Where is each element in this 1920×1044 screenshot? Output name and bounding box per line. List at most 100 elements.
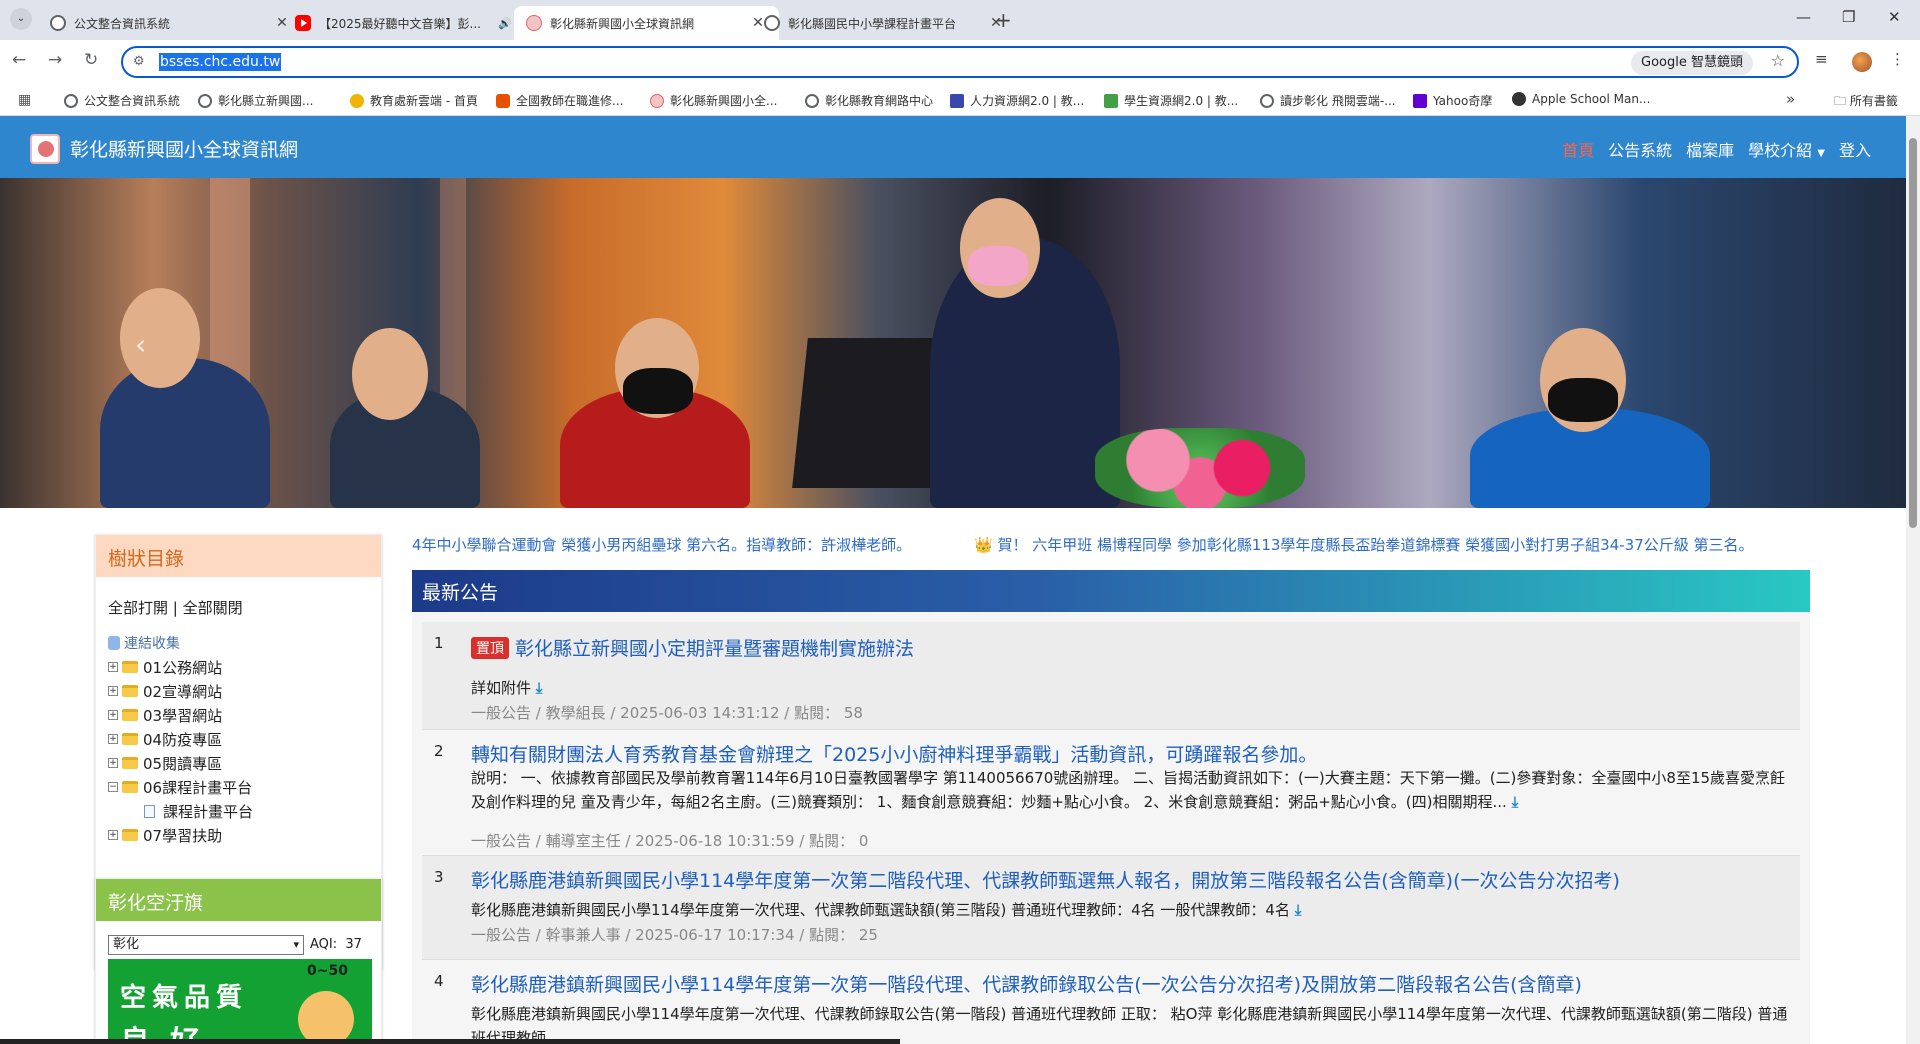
reload-icon[interactable]: ↻ bbox=[84, 50, 98, 70]
profile-avatar[interactable] bbox=[1852, 52, 1872, 72]
all-bookmarks-button[interactable]: 🗀 所有書籤 bbox=[1834, 92, 1898, 113]
news-number: 2 bbox=[434, 742, 444, 760]
bookmark-item[interactable]: 人力資源網2.0 | 教... bbox=[950, 92, 1084, 109]
new-tab-button[interactable]: + bbox=[995, 8, 1012, 32]
news-desc: 說明： 一、依據教育部國民及學前教育署114年6月10日臺教國署學字 第1140… bbox=[471, 769, 1786, 811]
news-title[interactable]: 彰化縣立新興國小定期評量暨審題機制實施辦法 bbox=[515, 638, 914, 660]
tree-leaf[interactable]: 課程計畫平台 bbox=[108, 799, 253, 823]
site-title[interactable]: 彰化縣新興國小全球資訊網 bbox=[70, 135, 298, 162]
google-lens-button[interactable]: Google 智慧鏡頭 bbox=[1631, 51, 1753, 75]
news-number: 4 bbox=[434, 972, 444, 990]
download-icon[interactable]: ⤓ bbox=[1512, 793, 1519, 811]
close-all-link[interactable]: 全部關閉 bbox=[183, 599, 243, 617]
site-info-icon[interactable]: ⚙ bbox=[133, 54, 145, 69]
apps-grid-icon[interactable]: ▦ bbox=[18, 92, 31, 108]
bookmark-star-icon[interactable]: ☆ bbox=[1771, 51, 1785, 70]
expand-icon[interactable]: + bbox=[108, 686, 118, 696]
news-desc-row: 彰化縣鹿港鎮新興國民小學114學年度第一次代理、代課教師甄選缺額(第三階段) 普… bbox=[471, 898, 1789, 922]
open-folder-icon bbox=[122, 781, 138, 793]
download-icon[interactable]: ⤓ bbox=[1295, 901, 1302, 919]
city-select[interactable]: 彰化 bbox=[108, 935, 304, 955]
bookmark-item[interactable]: Yahoo奇摩 bbox=[1413, 92, 1492, 109]
address-bar[interactable]: ⚙ bsses.chc.edu.tw Google 智慧鏡頭 ☆ bbox=[121, 46, 1799, 78]
nav-about[interactable]: 學校介紹 ▼ bbox=[1748, 137, 1825, 161]
news-desc: 詳如附件 bbox=[471, 679, 532, 697]
tree-node[interactable]: +02宣導網站 bbox=[108, 679, 253, 703]
bookmark-label: 人力資源網2.0 | 教... bbox=[970, 94, 1085, 108]
tree-node[interactable]: +03學習網站 bbox=[108, 703, 253, 727]
page-scrollbar[interactable] bbox=[1906, 116, 1920, 1044]
site-header: 彰化縣新興國小全球資訊網 首頁 公告系統 檔案庫 學校介紹 ▼ 登入 bbox=[0, 116, 1906, 178]
globe-icon bbox=[64, 93, 78, 108]
scrollbar-thumb[interactable] bbox=[1909, 138, 1917, 528]
tab-search-icon[interactable]: ⌄ bbox=[10, 8, 32, 30]
expand-icon[interactable]: + bbox=[108, 830, 118, 840]
bookmark-label: Apple School Man... bbox=[1532, 92, 1651, 106]
news-meta: 一般公告 / 教學組長 / 2025-06-03 14:31:12 / 點閱： … bbox=[471, 704, 863, 722]
news-title-row[interactable]: 置頂 彰化縣立新興國小定期評量暨審題機制實施辦法 bbox=[471, 634, 914, 661]
banner-carousel[interactable]: ‹ bbox=[0, 178, 1906, 508]
carousel-prev-icon[interactable]: ‹ bbox=[135, 328, 146, 361]
all-bookmarks-label: 所有書籤 bbox=[1849, 94, 1898, 108]
tree-node[interactable]: +07學習扶助 bbox=[108, 823, 253, 847]
speaker-icon[interactable]: 🔊 bbox=[498, 17, 512, 30]
news-meta: 一般公告 / 輔導室主任 / 2025-06-18 10:31:59 / 點閱：… bbox=[471, 832, 869, 850]
marquee-item[interactable]: 4年中小學聯合運動會 榮獲小男丙組壘球 第六名。指導教師：許淑樺老師。 bbox=[412, 536, 911, 554]
expand-icon[interactable]: + bbox=[108, 710, 118, 720]
more-menu-icon[interactable]: ⋮ bbox=[1890, 50, 1905, 68]
nav-announcements[interactable]: 公告系統 bbox=[1608, 137, 1672, 161]
tab-1[interactable]: 公文整合資訊系統 ✕ bbox=[38, 6, 303, 40]
tree-node[interactable]: +05閱讀專區 bbox=[108, 751, 253, 775]
news-title[interactable]: 彰化縣鹿港鎮新興國民小學114學年度第一次第二階段代理、代課教師甄選無人報名，開… bbox=[471, 866, 1620, 893]
bookmark-item[interactable]: 教育處新雲端 - 首頁 bbox=[350, 92, 478, 109]
expand-icon[interactable]: + bbox=[108, 734, 118, 744]
forward-arrow-icon[interactable]: → bbox=[48, 50, 62, 70]
tree-node[interactable]: +01公務網站 bbox=[108, 655, 253, 679]
bookmark-item[interactable]: 全國教師在職進修... bbox=[496, 92, 623, 109]
bookmark-label: 全國教師在職進修... bbox=[516, 94, 624, 108]
tab-4[interactable]: 彰化縣國民中小學課程計畫平台 ✕ bbox=[752, 6, 1017, 40]
banner-mask bbox=[1548, 378, 1618, 422]
bookmark-item[interactable]: 彰化縣教育網路中心 bbox=[805, 92, 933, 109]
news-marquee[interactable]: 4年中小學聯合運動會 榮獲小男丙組壘球 第六名。指導教師：許淑樺老師。 👑 賀！… bbox=[412, 534, 1810, 558]
download-icon[interactable]: ⤓ bbox=[536, 679, 543, 697]
bookmark-item[interactable]: 學生資源網2.0 | 教... bbox=[1104, 92, 1238, 109]
collapse-icon[interactable]: − bbox=[108, 782, 118, 792]
nav-home[interactable]: 首頁 bbox=[1562, 137, 1594, 161]
bookmark-item[interactable]: 公文整合資訊系統 bbox=[64, 92, 180, 109]
yahoo-icon bbox=[1413, 93, 1427, 108]
expand-icon[interactable]: + bbox=[108, 758, 118, 768]
nav-login[interactable]: 登入 bbox=[1839, 137, 1871, 161]
media-control-icon[interactable]: ≡ bbox=[1815, 50, 1828, 68]
bookmark-item[interactable]: 彰化縣立新興國... bbox=[198, 92, 313, 109]
sprout-icon bbox=[1104, 93, 1118, 108]
tree-node-label: 02宣導網站 bbox=[143, 682, 223, 701]
bookmark-item[interactable]: 彰化縣新興國小全... bbox=[650, 92, 777, 109]
globe-icon bbox=[198, 93, 212, 108]
more-bookmarks-icon[interactable]: » bbox=[1786, 90, 1795, 108]
news-title[interactable]: 彰化縣鹿港鎮新興國民小學114學年度第一次第一階段代理、代課教師錄取公告(一次公… bbox=[471, 970, 1582, 997]
back-arrow-icon[interactable]: ← bbox=[12, 50, 26, 70]
open-all-link[interactable]: 全部打開 bbox=[108, 599, 168, 617]
restore-button[interactable]: ❐ bbox=[1842, 8, 1855, 26]
marquee-item-2[interactable]: 👑 賀！ 六年甲班 楊博程同學 參加彰化縣113學年度縣長盃跆拳道錦標賽 榮獲國… bbox=[974, 534, 1754, 555]
aqi-range: 0~50 bbox=[307, 963, 348, 979]
tab-3-active[interactable]: 彰化縣新興國小全球資訊網 ✕ bbox=[514, 6, 779, 40]
browser-tab-bar: ⌄ 公文整合資訊系統 ✕ 【2025最好聽中文音樂】彭... 🔊 ✕ 彰化縣新興… bbox=[0, 0, 1920, 40]
tree-root[interactable]: 連結收集 bbox=[108, 631, 253, 655]
bookmark-item[interactable]: Apple School Man... bbox=[1512, 92, 1650, 106]
tree-node[interactable]: +04防疫專區 bbox=[108, 727, 253, 751]
expand-icon[interactable]: + bbox=[108, 662, 118, 672]
bookmark-item[interactable]: 讀步彰化 飛閱雲端-... bbox=[1260, 92, 1396, 109]
nav-files[interactable]: 檔案庫 bbox=[1686, 137, 1734, 161]
tree-node[interactable]: − 06課程計畫平台 bbox=[108, 775, 253, 799]
close-window-button[interactable]: ✕ bbox=[1888, 8, 1901, 26]
tab-2[interactable]: 【2025最好聽中文音樂】彭... 🔊 ✕ bbox=[283, 6, 548, 40]
news-number: 1 bbox=[434, 634, 444, 652]
news-title[interactable]: 轉知有關財團法人育秀教育基金會辦理之「2025小小廚神料理爭霸戰」活動資訊，可踴… bbox=[471, 740, 1317, 767]
url-text[interactable]: bsses.chc.edu.tw bbox=[159, 53, 282, 71]
school-logo[interactable] bbox=[30, 134, 60, 164]
tree-leaf-label: 課程計畫平台 bbox=[163, 802, 254, 821]
news-item: 2 轉知有關財團法人育秀教育基金會辦理之「2025小小廚神料理爭霸戰」活動資訊，… bbox=[422, 730, 1800, 856]
minimize-button[interactable]: — bbox=[1796, 8, 1811, 26]
